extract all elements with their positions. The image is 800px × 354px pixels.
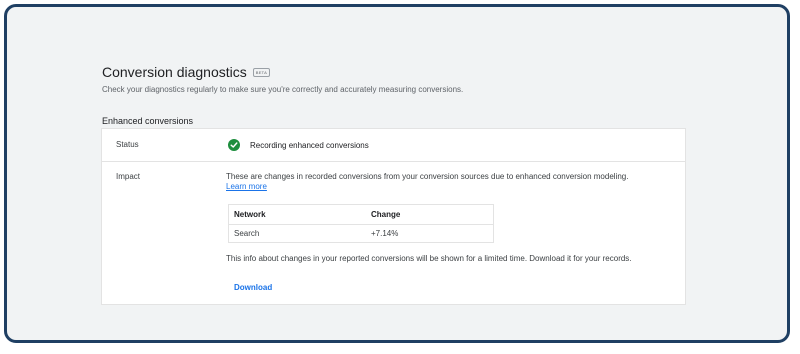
column-header-network: Network xyxy=(234,210,266,219)
status-text: Recording enhanced conversions xyxy=(250,140,369,150)
download-button[interactable]: Download xyxy=(234,283,272,292)
page-header: Conversion diagnostics BETA xyxy=(102,64,271,80)
learn-more-link[interactable]: Learn more xyxy=(226,182,267,191)
page-title: Conversion diagnostics xyxy=(102,64,247,80)
status-label: Status xyxy=(116,140,139,149)
limited-time-info: This info about changes in your reported… xyxy=(226,254,632,263)
change-cell: +7.14% xyxy=(371,229,399,238)
beta-badge: BETA xyxy=(252,67,271,77)
impact-description: These are changes in recorded conversion… xyxy=(226,172,629,181)
table-header-row: Network Change xyxy=(229,205,493,225)
table-row: Search +7.14% xyxy=(229,224,493,243)
column-header-change: Change xyxy=(371,210,401,219)
screenshot-frame: Conversion diagnostics BETA Check your d… xyxy=(4,4,790,343)
enhanced-conversions-card: Status Recording enhanced conversions Im… xyxy=(101,128,686,305)
check-circle-icon xyxy=(228,139,240,151)
row-divider xyxy=(102,161,685,162)
status-value: Recording enhanced conversions xyxy=(228,139,369,151)
impact-label: Impact xyxy=(116,172,141,181)
section-title: Enhanced conversions xyxy=(102,116,194,126)
network-change-table: Network Change Search +7.14% xyxy=(228,204,494,243)
network-cell: Search xyxy=(234,229,260,238)
page-subtitle: Check your diagnostics regularly to make… xyxy=(102,85,464,94)
